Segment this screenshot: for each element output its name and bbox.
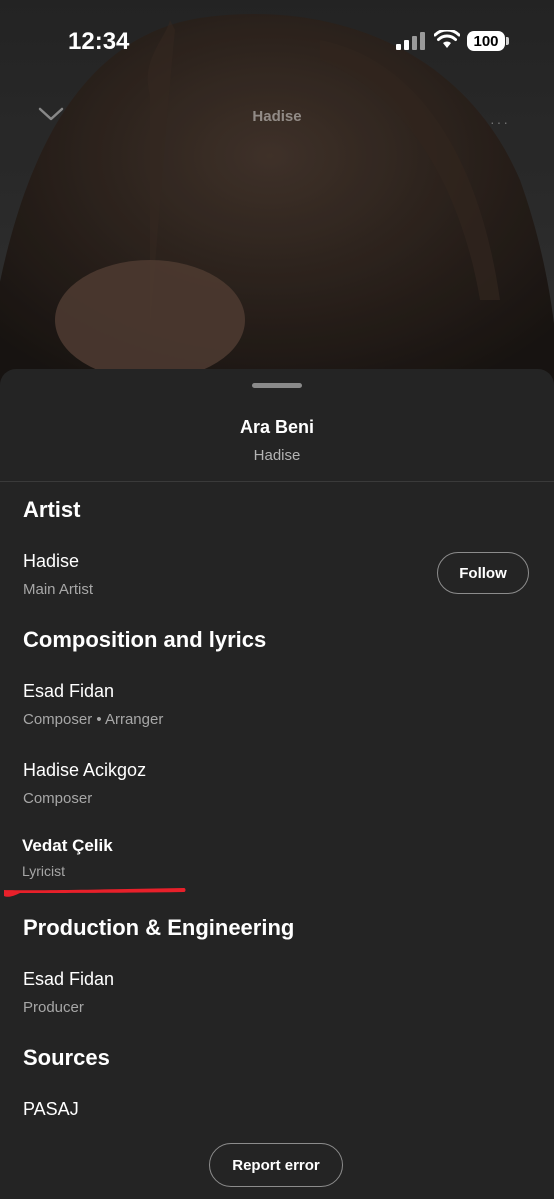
section-heading-sources: Sources <box>23 1045 110 1070</box>
section-heading-artist: Artist <box>23 497 81 522</box>
credit-role: Composer <box>23 790 93 807</box>
credit-name[interactable]: Hadise <box>23 551 79 572</box>
red-underline-annotation <box>4 888 186 897</box>
artist-background-image <box>0 0 554 420</box>
credit-name[interactable]: Hadise Acikgoz <box>23 760 146 781</box>
song-title: Ara Beni <box>239 417 315 437</box>
divider <box>0 481 554 482</box>
song-artist: Hadise <box>253 447 301 464</box>
credit-name[interactable]: Vedat Çelik <box>22 836 113 856</box>
cellular-signal-icon <box>396 32 425 50</box>
sheet-drag-handle[interactable] <box>252 383 302 388</box>
credits-sheet: Ara Beni Hadise Artist Hadise Main Artis… <box>0 369 554 1199</box>
section-heading-production: Production & Engineering <box>23 915 295 940</box>
more-icon[interactable]: ··· <box>490 114 510 130</box>
report-error-button[interactable]: Report error <box>209 1143 343 1187</box>
wifi-icon <box>434 30 460 48</box>
credit-role: Lyricist <box>22 863 66 879</box>
credit-role: Producer <box>23 999 84 1016</box>
credit-name[interactable]: Esad Fidan <box>23 681 114 702</box>
battery-nub <box>506 37 509 45</box>
section-heading-composition: Composition and lyrics <box>23 627 267 652</box>
source-name: PASAJ <box>23 1099 79 1119</box>
status-time: 12:34 <box>68 28 130 55</box>
follow-button[interactable]: Follow <box>437 552 529 594</box>
battery-indicator: 100 <box>467 31 505 51</box>
credit-name[interactable]: Esad Fidan <box>23 969 114 990</box>
header-title: Hadise <box>252 108 302 125</box>
credit-role: Composer • Arranger <box>23 711 164 728</box>
credit-role: Main Artist <box>23 581 94 598</box>
